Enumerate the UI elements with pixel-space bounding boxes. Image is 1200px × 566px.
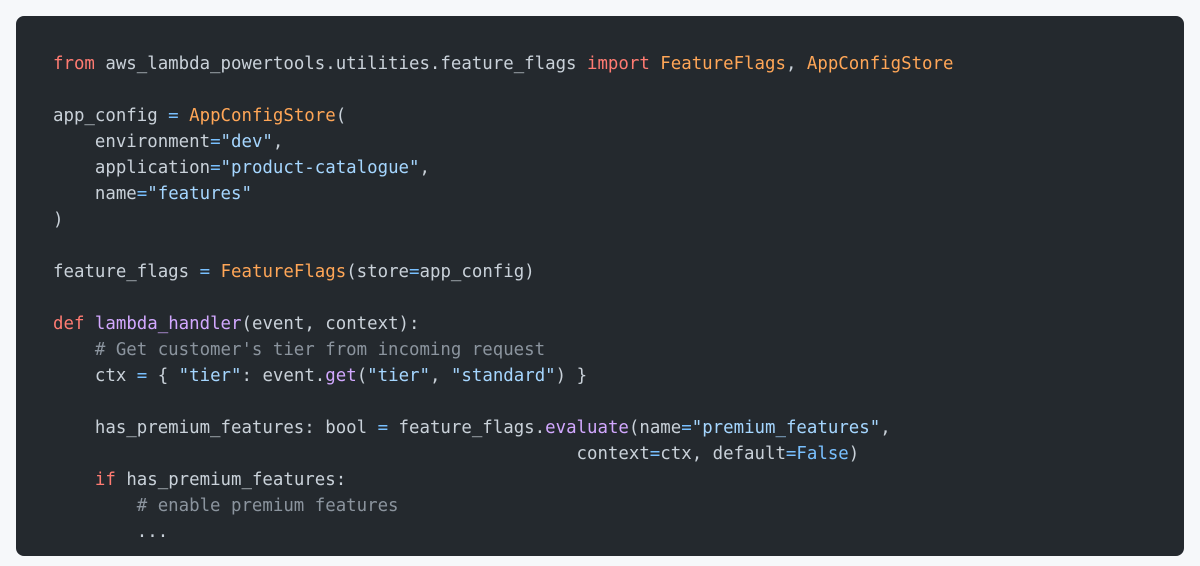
- code-token: ctx, default: [660, 444, 786, 464]
- code-token: =: [136, 184, 148, 204]
- code-token: =: [377, 418, 389, 438]
- code-token: ,: [430, 366, 451, 386]
- code-token: feature_flags.: [388, 418, 546, 438]
- code-line: from aws_lambda_powertools.utilities.fea…: [53, 51, 1184, 77]
- code-token: ,: [880, 418, 891, 438]
- code-token: False: [796, 444, 849, 464]
- code-token: =: [681, 418, 692, 438]
- code-line: ): [53, 207, 1184, 233]
- code-token: "dev": [220, 132, 273, 152]
- code-token: (name: [628, 418, 682, 438]
- code-token: app_config): [419, 262, 535, 282]
- code-line: # enable premium features: [53, 493, 1184, 519]
- code-token: =: [199, 262, 211, 282]
- code-line: def lambda_handler(event, context):: [53, 311, 1184, 337]
- code-token: app_config: [53, 106, 169, 126]
- code-token: "premium_features": [691, 418, 881, 438]
- code-token: (: [335, 106, 347, 126]
- code-token: =: [649, 444, 661, 464]
- code-token: =: [785, 444, 797, 464]
- code-line: feature_flags = FeatureFlags(store=app_c…: [53, 259, 1184, 285]
- code-line: # Get customer's tier from incoming requ…: [53, 337, 1184, 363]
- code-token: has_premium_features:: [115, 470, 347, 490]
- code-token: =: [136, 366, 148, 386]
- code-token: (: [356, 366, 368, 386]
- code-line: has_premium_features: bool = feature_fla…: [53, 415, 1184, 441]
- code-token: name: [53, 184, 137, 204]
- code-token: has_premium_features: bool: [53, 418, 378, 438]
- code-token: "tier": [178, 366, 242, 386]
- code-line: ...: [53, 519, 1184, 545]
- code-token: feature_flags: [53, 262, 200, 282]
- code-token: =: [210, 158, 221, 178]
- code-block: from aws_lambda_powertools.utilities.fea…: [16, 16, 1184, 556]
- code-token: ,: [419, 158, 430, 178]
- code-token: FeatureFlags: [220, 262, 347, 282]
- code-token: ) }: [555, 366, 588, 386]
- code-token: (store: [346, 262, 410, 282]
- code-token: AppConfigStore: [189, 106, 336, 126]
- code-token: "standard": [450, 366, 556, 386]
- code-token: application: [53, 158, 211, 178]
- code-token: # enable premium features: [53, 496, 399, 516]
- code-token: =: [210, 132, 221, 152]
- code-token: ...: [53, 522, 169, 542]
- code-token: AppConfigStore: [806, 54, 954, 74]
- code-line: if has_premium_features:: [53, 467, 1184, 493]
- code-token: ): [848, 444, 860, 464]
- code-token: FeatureFlags: [660, 54, 786, 74]
- code-line: app_config = AppConfigStore(: [53, 103, 1184, 129]
- code-token: evaluate: [545, 418, 629, 438]
- code-token: # Get customer's tier from incoming requ…: [53, 340, 546, 360]
- code-line: name="features": [53, 181, 1184, 207]
- code-token: from: [53, 54, 95, 74]
- code-content: from aws_lambda_powertools.utilities.fea…: [53, 51, 1184, 545]
- code-line: context=ctx, default=False): [53, 441, 1184, 467]
- code-line: ctx = { "tier": event.get("tier", "stand…: [53, 363, 1184, 389]
- code-token: "product-catalogue": [220, 158, 420, 178]
- code-token: environment: [53, 132, 211, 152]
- code-token: aws_lambda_powertools.utilities.feature_…: [94, 54, 587, 74]
- code-token: import: [586, 54, 650, 74]
- code-token: if: [94, 470, 116, 490]
- code-token: def: [53, 314, 85, 334]
- code-token: ,: [785, 54, 807, 74]
- code-line: application="product-catalogue",: [53, 155, 1184, 181]
- code-token: =: [168, 106, 179, 126]
- code-token: "features": [147, 184, 252, 204]
- code-line: environment="dev",: [53, 129, 1184, 155]
- code-token: ): [53, 210, 64, 230]
- code-token: ctx: [53, 366, 137, 386]
- code-token: ,: [272, 132, 284, 152]
- code-token: context: [53, 444, 650, 464]
- code-token: "tier": [367, 366, 430, 386]
- code-token: =: [409, 262, 420, 282]
- code-token: get: [325, 366, 357, 386]
- code-token: {: [147, 366, 179, 386]
- code-token: : event.: [241, 366, 326, 386]
- code-token: (event, context):: [241, 314, 420, 334]
- code-token: lambda_handler: [94, 314, 242, 334]
